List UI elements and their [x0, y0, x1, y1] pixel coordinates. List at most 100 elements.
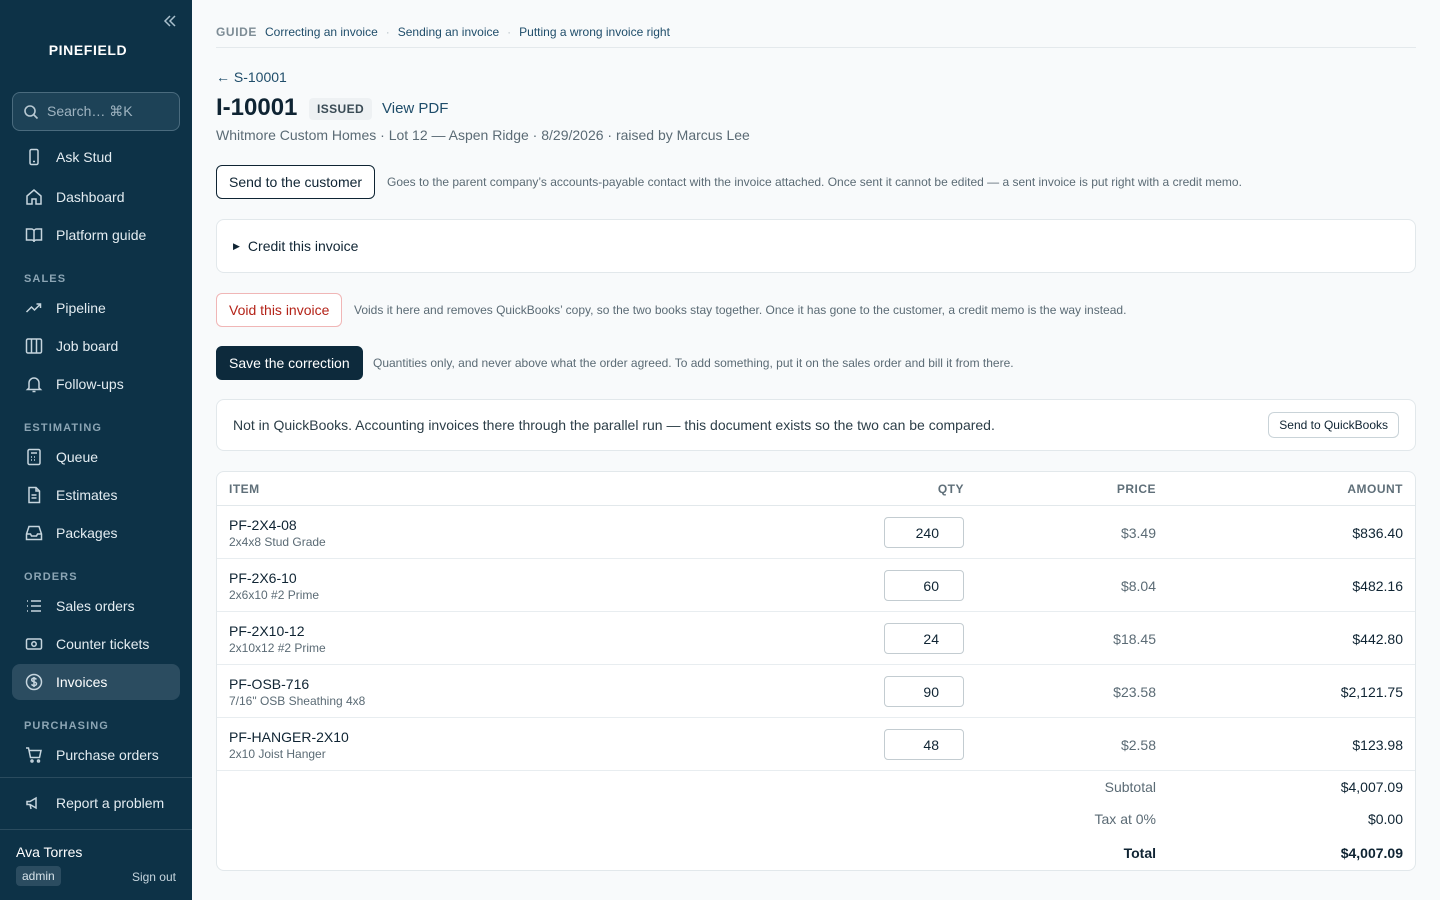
sidebar: PINEFIELD Search… ⌘K Ask Stud Dashboard … — [0, 0, 192, 900]
brand-logo: PINEFIELD — [48, 42, 128, 58]
list-icon — [27, 600, 41, 612]
sidebar-item-label: Job board — [56, 338, 119, 354]
inbox-icon — [25, 525, 43, 541]
column-header-amount: AMOUNT — [1347, 482, 1403, 496]
item-description: 7/16" OSB Sheathing 4x8 — [229, 694, 366, 708]
status-badge: ISSUED — [309, 98, 373, 120]
sidebar-item-queue[interactable]: Queue — [12, 439, 180, 475]
subtotal-label: Subtotal — [1104, 779, 1156, 795]
sidebar-item-label: Dashboard — [56, 189, 125, 205]
back-to-sales-order-link[interactable]: ← S-10001 — [216, 69, 287, 85]
cart-icon — [26, 747, 42, 763]
table-row: PF-2X6-10 2x6x10 #2 Prime $8.04 $482.16 — [217, 559, 1415, 612]
sidebar-item-counter-tickets[interactable]: Counter tickets — [12, 626, 180, 662]
sidebar-item-dashboard[interactable]: Dashboard — [12, 179, 180, 215]
sidebar-item-packages[interactable]: Packages — [12, 515, 180, 551]
save-hint: Quantities only, and never above what th… — [373, 356, 1014, 370]
item-amount: $2,121.75 — [1340, 684, 1403, 700]
item-description: 2x4x8 Stud Grade — [229, 535, 326, 549]
cash-icon — [25, 638, 43, 650]
section-title-estimating: ESTIMATING — [24, 422, 103, 434]
megaphone-icon — [26, 796, 37, 810]
home-icon — [26, 189, 42, 205]
collapse-sidebar-icon[interactable] — [162, 13, 178, 29]
send-hint: Goes to the parent company’s accounts-pa… — [387, 175, 1242, 189]
item-amount: $123.98 — [1352, 737, 1403, 753]
column-header-qty: QTY — [937, 482, 964, 496]
sidebar-divider — [0, 829, 192, 830]
sidebar-item-follow-ups[interactable]: Follow-ups — [12, 366, 180, 402]
guide-link[interactable]: Putting a wrong invoice right — [519, 24, 670, 40]
sidebar-item-ask-stud[interactable]: Ask Stud — [12, 139, 180, 175]
dollar-icon — [25, 673, 43, 691]
sidebar-item-estimates[interactable]: Estimates — [12, 477, 180, 513]
tax-value: $0.00 — [1367, 811, 1403, 827]
item-price: $23.58 — [1113, 684, 1156, 700]
triangle-right-icon: ▶ — [233, 240, 240, 251]
guide-separator: · — [507, 25, 512, 39]
sidebar-item-purchase-orders[interactable]: Purchase orders — [12, 737, 180, 773]
sidebar-item-label: Report a problem — [56, 795, 165, 811]
item-sku: PF-HANGER-2X10 — [229, 729, 349, 745]
guide-link[interactable]: Sending an invoice — [398, 24, 499, 40]
sidebar-item-label: Queue — [56, 449, 99, 465]
search-input[interactable]: Search… ⌘K — [12, 92, 180, 131]
page-title: I-10001 — [216, 94, 298, 121]
quantity-input[interactable] — [884, 570, 964, 601]
quantity-input[interactable] — [884, 676, 964, 707]
sidebar-item-sales-orders[interactable]: Sales orders — [12, 588, 180, 624]
quickbooks-notice-text: Not in QuickBooks. Accounting invoices t… — [233, 417, 995, 433]
guide-bar: GUIDE Correcting an invoice · Sending an… — [216, 24, 1416, 48]
columns-icon — [25, 338, 43, 354]
bell-icon — [25, 377, 43, 393]
column-header-price: PRICE — [1116, 482, 1156, 496]
item-description: 2x10x12 #2 Prime — [229, 641, 326, 655]
credit-invoice-toggle[interactable]: ▶ Credit this invoice — [233, 238, 358, 254]
item-description: 2x10 Joist Hanger — [229, 747, 326, 761]
section-title-orders: ORDERS — [24, 571, 78, 583]
line-items-table: ITEM QTY PRICE AMOUNT PF-2X4-08 2x4x8 St… — [216, 471, 1416, 871]
tax-label: Tax at 0% — [1094, 811, 1156, 827]
table-row: PF-2X10-12 2x10x12 #2 Prime $18.45 $442.… — [217, 612, 1415, 665]
trend-icon — [25, 303, 42, 313]
sidebar-item-label: Pipeline — [56, 300, 106, 316]
main-content: GUIDE Correcting an invoice · Sending an… — [216, 0, 1416, 900]
total-label: Total — [1123, 845, 1156, 861]
item-price: $3.49 — [1120, 525, 1156, 541]
column-header-item: ITEM — [229, 482, 260, 496]
item-price: $18.45 — [1113, 631, 1156, 647]
sidebar-item-platform-guide[interactable]: Platform guide — [12, 217, 180, 253]
user-name: Ava Torres — [16, 844, 83, 860]
save-correction-button[interactable]: Save the correction — [216, 346, 363, 380]
item-sku: PF-2X6-10 — [229, 570, 297, 586]
quantity-input[interactable] — [884, 623, 964, 654]
send-to-quickbooks-button[interactable]: Send to QuickBooks — [1268, 412, 1399, 438]
sidebar-item-pipeline[interactable]: Pipeline — [12, 290, 180, 326]
send-to-customer-button[interactable]: Send to the customer — [216, 165, 376, 199]
file-icon — [28, 486, 41, 504]
phone-icon — [29, 148, 39, 166]
sidebar-item-job-board[interactable]: Job board — [12, 328, 180, 364]
section-title-sales: SALES — [24, 273, 67, 285]
report-problem-link[interactable]: Report a problem — [12, 785, 180, 821]
view-pdf-link[interactable]: View PDF — [382, 100, 448, 117]
sidebar-item-label: Sales orders — [56, 598, 135, 614]
sidebar-item-label: Packages — [56, 525, 118, 541]
item-amount: $482.16 — [1352, 578, 1403, 594]
quantity-input[interactable] — [884, 729, 964, 760]
sidebar-item-label: Platform guide — [56, 227, 147, 243]
item-description: 2x6x10 #2 Prime — [229, 588, 320, 602]
sidebar-item-label: Ask Stud — [56, 149, 113, 165]
item-amount: $442.80 — [1352, 631, 1403, 647]
credit-summary-label: Credit this invoice — [247, 238, 359, 254]
guide-link[interactable]: Correcting an invoice — [265, 24, 378, 40]
sign-out-link[interactable]: Sign out — [132, 870, 176, 884]
search-placeholder: Search… ⌘K — [47, 103, 133, 119]
sidebar-item-invoices[interactable]: Invoices — [12, 664, 180, 700]
item-price: $2.58 — [1120, 737, 1156, 753]
invoice-subtitle: Whitmore Custom Homes · Lot 12 — Aspen R… — [216, 127, 750, 143]
quickbooks-notice: Not in QuickBooks. Accounting invoices t… — [216, 399, 1416, 451]
quantity-input[interactable] — [884, 517, 964, 548]
void-invoice-button[interactable]: Void this invoice — [216, 293, 343, 327]
item-sku: PF-2X4-08 — [229, 517, 297, 533]
